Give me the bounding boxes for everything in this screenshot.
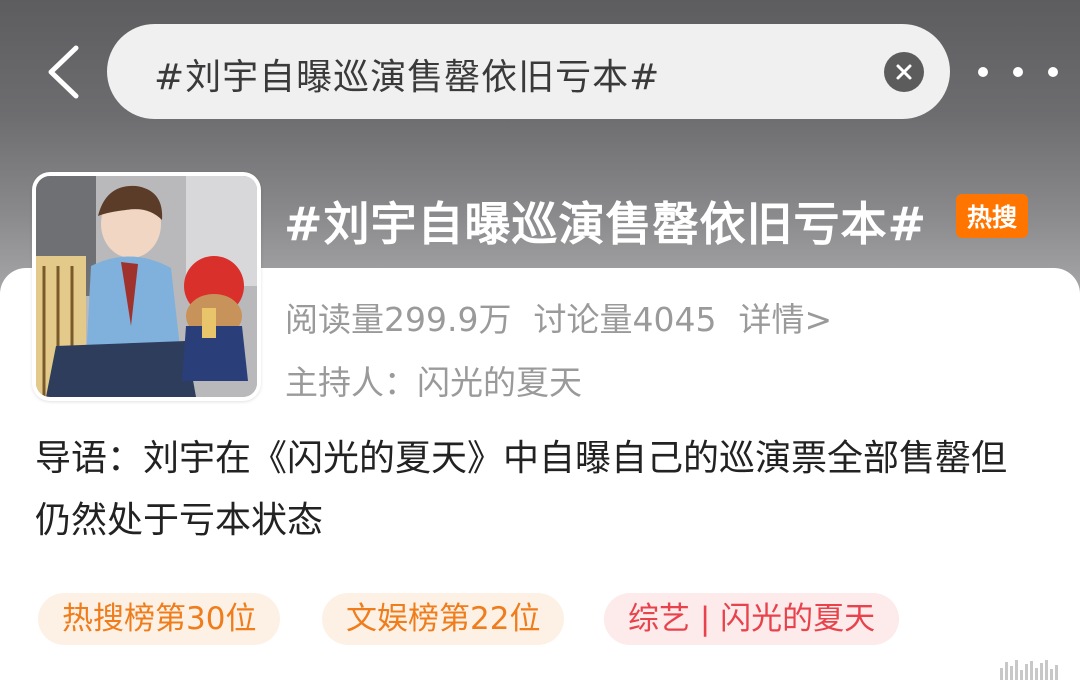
tag-entertainment-rank[interactable]: 文娱榜第22位 xyxy=(322,593,565,645)
more-dot xyxy=(1013,67,1023,77)
back-button[interactable] xyxy=(38,44,88,100)
tag-hot-rank[interactable]: 热搜榜第30位 xyxy=(38,593,281,645)
host-label: 主持人： xyxy=(285,363,417,402)
topic-stats: 阅读量299.9万 讨论量4045 详情> xyxy=(285,293,854,341)
close-icon xyxy=(896,64,912,80)
search-input[interactable]: #刘宇自曝巡演售罄依旧亏本# xyxy=(154,48,660,100)
watermark-logo xyxy=(1000,660,1075,680)
more-dots-icon xyxy=(978,67,988,77)
more-dot xyxy=(1048,67,1058,77)
topic-cover-photo xyxy=(36,176,257,397)
topic-host: 主持人：闪光的夏天 xyxy=(285,356,582,404)
more-options-button[interactable] xyxy=(978,50,1058,94)
topic-cover[interactable] xyxy=(32,172,261,401)
host-name[interactable]: 闪光的夏天 xyxy=(417,363,582,402)
hot-badge: 热搜 xyxy=(956,194,1028,238)
read-count: 阅读量299.9万 xyxy=(285,300,512,339)
clear-search-button[interactable] xyxy=(884,52,924,92)
details-link[interactable]: 详情> xyxy=(738,300,832,339)
topic-intro: 导语：刘宇在《闪光的夏天》中自曝自己的巡演票全部售罄但仍然处于亏本状态 xyxy=(35,438,1008,541)
discussion-count: 讨论量4045 xyxy=(533,300,717,339)
search-bar[interactable]: #刘宇自曝巡演售罄依旧亏本# xyxy=(107,24,950,119)
topic-title: #刘宇自曝巡演售罄依旧亏本# xyxy=(284,197,928,251)
tag-category[interactable]: 综艺 | 闪光的夏天 xyxy=(604,593,900,645)
cover-illustration xyxy=(36,176,257,397)
chevron-left-icon xyxy=(48,45,79,99)
